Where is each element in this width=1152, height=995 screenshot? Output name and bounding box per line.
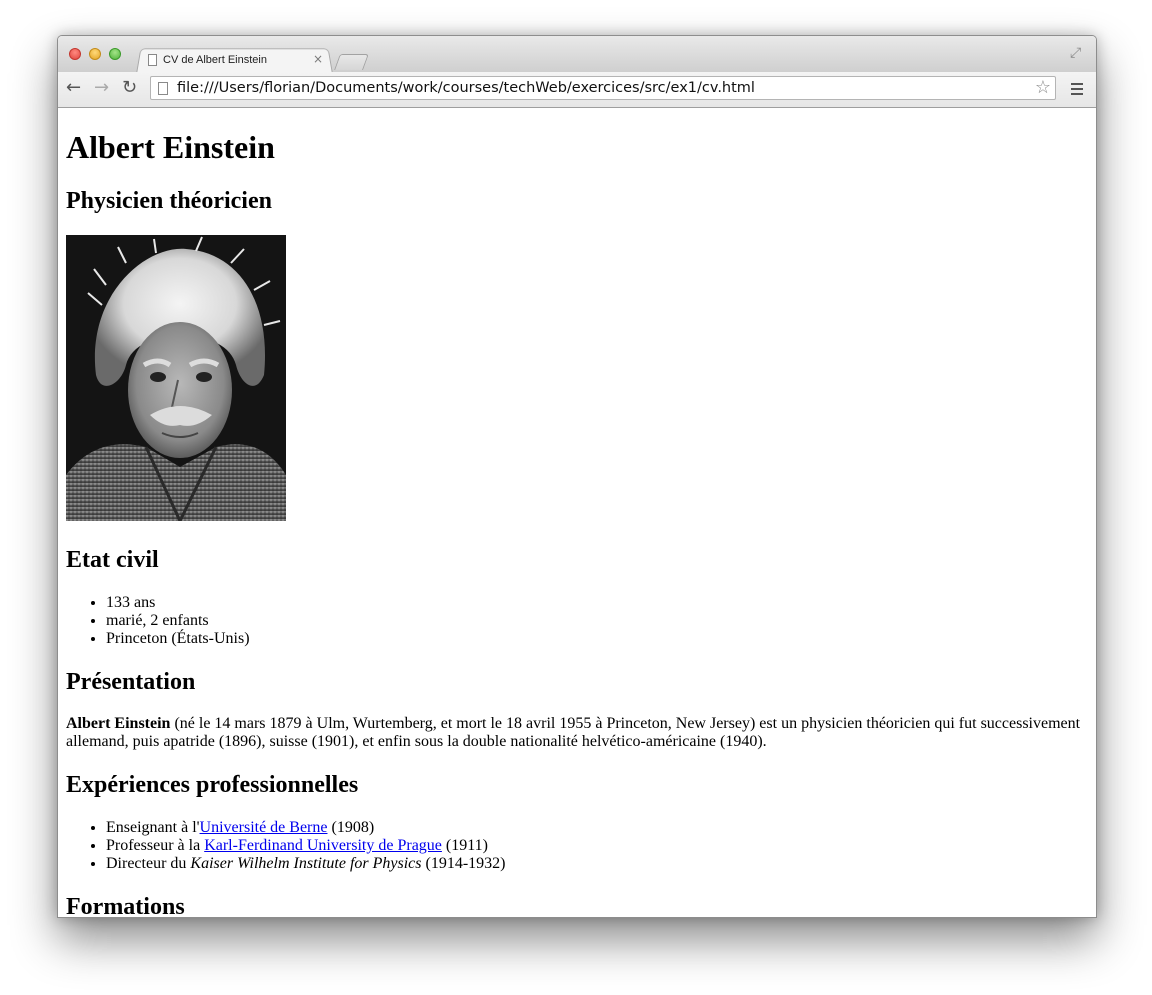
address-bar[interactable]: file:///Users/florian/Documents/work/cou…: [150, 76, 1056, 100]
forward-arrow-icon[interactable]: →: [94, 78, 109, 98]
institute-name: Kaiser Wilhelm Institute for Physics: [190, 855, 422, 872]
tab-content[interactable]: CV de Albert Einstein: [148, 47, 328, 72]
close-window-button[interactable]: [69, 48, 81, 60]
presentation-heading: Présentation: [66, 669, 196, 695]
minimize-window-button[interactable]: [89, 48, 101, 60]
item-text: Directeur du: [106, 855, 191, 872]
list-item: Enseignant à l'Université de Berne (1908…: [106, 819, 505, 837]
browser-window: CV de Albert Einstein × ⤢ ← → ↻ file:///…: [57, 35, 1097, 918]
prague-university-link[interactable]: Karl-Ferdinand University de Prague: [204, 837, 442, 854]
subtitle-heading: Physicien théoricien: [66, 188, 272, 214]
item-year: (1914-1932): [421, 855, 506, 872]
portrait-image: [66, 235, 286, 521]
list-item: Professeur à la Karl-Ferdinand Universit…: [106, 837, 505, 855]
document-icon: [148, 53, 157, 66]
presentation-text: (né le 14 mars 1879 à Ulm, Wurtemberg, e…: [66, 715, 1081, 750]
page-content: Albert Einstein Physicien théoricien Eta…: [66, 108, 1086, 917]
bookmark-star-icon[interactable]: ☆: [1035, 77, 1051, 99]
item-year: (1911): [441, 837, 488, 854]
tab-close-icon[interactable]: ×: [313, 51, 323, 67]
menu-icon[interactable]: [1071, 83, 1083, 98]
back-arrow-icon[interactable]: ←: [66, 78, 81, 98]
experiences-list: Enseignant à l'Université de Berne (1908…: [66, 819, 505, 873]
url-text[interactable]: file:///Users/florian/Documents/work/cou…: [177, 79, 755, 98]
etat-civil-heading: Etat civil: [66, 547, 159, 573]
list-item: Princeton (États-Unis): [106, 630, 250, 648]
presentation-paragraph: Albert Einstein (né le 14 mars 1879 à Ul…: [66, 715, 1086, 751]
list-item: 133 ans: [106, 594, 250, 612]
tab-title: CV de Albert Einstein: [163, 53, 267, 66]
reload-icon[interactable]: ↻: [122, 78, 137, 98]
list-item: marié, 2 enfants: [106, 612, 250, 630]
presentation-name: Albert Einstein: [66, 715, 171, 732]
title-bar: CV de Albert Einstein × ⤢: [58, 36, 1096, 74]
fullscreen-icon[interactable]: ⤢: [1070, 45, 1081, 61]
etat-civil-list: 133 ans marié, 2 enfants Princeton (État…: [66, 594, 250, 648]
universite-berne-link[interactable]: Université de Berne: [200, 819, 328, 836]
list-item: Directeur du Kaiser Wilhelm Institute fo…: [106, 855, 505, 873]
experiences-heading: Expériences professionnelles: [66, 772, 359, 798]
page-viewport: Albert Einstein Physicien théoricien Eta…: [58, 108, 1096, 917]
item-text: Enseignant à l': [106, 819, 200, 836]
new-tab-button[interactable]: [334, 54, 369, 70]
page-icon: [158, 82, 168, 95]
item-text: Professeur à la: [106, 837, 205, 854]
formations-heading: Formations: [66, 894, 185, 917]
page-title: Albert Einstein: [66, 129, 275, 165]
zoom-window-button[interactable]: [109, 48, 121, 60]
item-year: (1908): [327, 819, 375, 836]
